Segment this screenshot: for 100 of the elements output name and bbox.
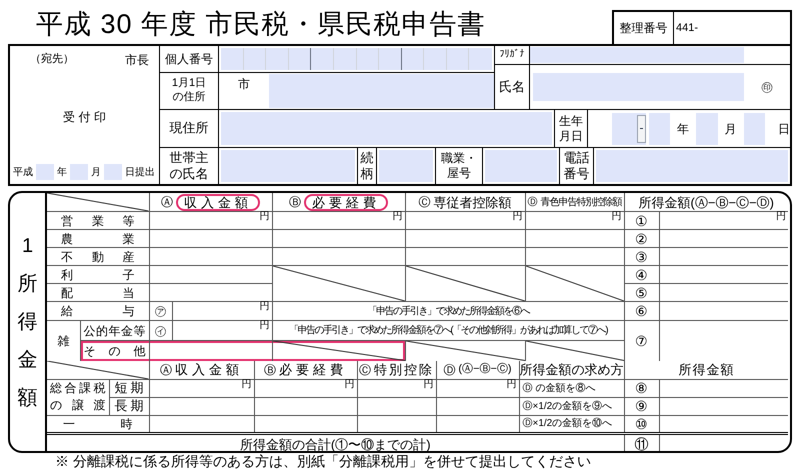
column-header: 必要経費 <box>279 363 347 376</box>
amount-field[interactable] <box>149 397 254 415</box>
occupation-field[interactable] <box>485 150 557 182</box>
field-label: 現住所 <box>160 110 219 147</box>
field-label: 世帯主の氏名 <box>160 148 219 184</box>
total-label: 所得金額の合計(①〜⑩までの計) <box>47 433 624 451</box>
line-number: ⑦ <box>624 320 659 360</box>
line-number: ② <box>624 230 659 248</box>
individual-number-field[interactable] <box>221 48 492 70</box>
amount-field[interactable]: 円 <box>436 379 519 397</box>
column-header: (Ⓐ−Ⓑ−Ⓒ) <box>458 363 512 376</box>
column-marker: Ⓑ <box>289 194 301 211</box>
date-field[interactable] <box>104 164 122 180</box>
day-label: 日提出 <box>125 166 155 180</box>
amount-field[interactable] <box>405 230 525 248</box>
column-header: 所得金額(Ⓐ−Ⓑ−Ⓒ−Ⓓ) <box>638 196 774 208</box>
row-label: 給与 <box>47 302 149 320</box>
date-field[interactable] <box>70 164 88 180</box>
line-number: ⑪ <box>624 433 659 451</box>
day-field[interactable] <box>744 112 765 144</box>
year-label: 年 <box>677 120 690 138</box>
line-number: ③ <box>624 248 659 266</box>
year-field[interactable] <box>648 112 670 144</box>
column-header: 収入金額 <box>176 194 260 210</box>
amount-field[interactable]: 円 <box>172 320 272 340</box>
line-number: ④ <box>624 266 659 284</box>
field-label: 職業・屋号 <box>435 148 483 184</box>
month-field[interactable] <box>696 112 718 144</box>
phone-field[interactable] <box>596 150 788 182</box>
row-label: その他 <box>80 340 149 360</box>
column-marker: Ⓓ <box>443 362 456 378</box>
amount-field[interactable]: 円 <box>405 212 525 230</box>
amount-field[interactable] <box>405 248 525 266</box>
date-field[interactable] <box>36 164 54 180</box>
yen-unit: 円 <box>424 380 434 390</box>
column-marker: Ⓒ <box>359 362 371 378</box>
amount-field[interactable] <box>357 397 436 415</box>
circled-marker: ㋐ <box>149 302 172 320</box>
year-label: 年 <box>57 166 67 180</box>
address-field[interactable] <box>221 112 552 145</box>
householder-field[interactable] <box>221 150 355 182</box>
yen-unit: 円 <box>242 380 252 390</box>
amount-field[interactable] <box>436 397 519 415</box>
amount-field[interactable] <box>149 266 272 284</box>
amount-field[interactable]: 円 <box>525 212 624 230</box>
form-title: 平成 30 年度 市民税・県民税申告書 <box>36 11 486 38</box>
field-label: 個人番号 <box>160 46 219 72</box>
yen-unit: 円 <box>392 212 402 222</box>
yen-unit: 円 <box>260 212 270 222</box>
amount-field[interactable] <box>525 248 624 266</box>
yen-unit: 円 <box>344 380 354 390</box>
column-header: 収入金額 <box>175 363 243 376</box>
mayor-label: 市長 <box>125 52 149 69</box>
amount-field[interactable]: 円 <box>149 379 254 397</box>
name-field[interactable] <box>533 73 744 101</box>
field-label: 電話番号 <box>559 148 594 184</box>
month-label: 月 <box>724 120 737 138</box>
yen-unit: 円 <box>612 212 622 222</box>
seal-mark: ㊞ <box>760 79 774 96</box>
row-label: 配当 <box>47 284 149 302</box>
row-label: 公的年金等 <box>80 320 149 340</box>
circled-marker: ㋑ <box>149 320 172 340</box>
amount-field[interactable]: 円 <box>272 212 405 230</box>
amount-field[interactable] <box>149 230 272 248</box>
furigana-field[interactable] <box>530 47 744 63</box>
yen-unit: 円 <box>506 380 516 390</box>
column-marker: Ⓐ <box>161 194 173 211</box>
amount-field[interactable] <box>254 397 357 415</box>
line-number: ⑧ <box>624 379 659 397</box>
section-label: 1所得金額 <box>18 234 38 411</box>
amount-field[interactable]: 円 <box>172 302 272 320</box>
amount-field[interactable] <box>149 340 272 360</box>
column-header: 所得金額の求め方 <box>520 363 624 376</box>
amount-field[interactable] <box>272 230 405 248</box>
yen-unit: 円 <box>260 321 270 331</box>
row-label: 不動産 <box>47 248 149 266</box>
month-label: 月 <box>91 166 101 180</box>
row-label: 利子 <box>47 266 149 284</box>
column-header: 専従者控除額 <box>434 196 512 208</box>
column-header: 青色申告特別控除額 <box>540 196 622 208</box>
column-header: 特別控除 <box>374 363 434 376</box>
column-marker: Ⓓ <box>528 196 538 210</box>
amount-field[interactable]: 円 <box>254 379 357 397</box>
method-text: Ⓓ の金額を⑧へ <box>519 379 624 397</box>
row-label: 短期 <box>109 379 149 397</box>
yen-unit: 円 <box>776 212 786 222</box>
amount-field[interactable]: 円 <box>149 212 272 230</box>
relationship-field[interactable] <box>379 150 433 182</box>
amount-field[interactable]: 円 <box>357 379 436 397</box>
row-label: 長期 <box>109 397 149 415</box>
address-field[interactable] <box>269 74 494 108</box>
amount-field[interactable]: 円 <box>659 212 788 230</box>
amount-field[interactable] <box>272 248 405 266</box>
yen-unit: 円 <box>512 212 522 222</box>
amount-field[interactable] <box>525 230 624 248</box>
instruction-text: 「申告の手引き」で求めた所得金額を⑥へ <box>272 302 624 320</box>
row-label: 農業 <box>47 230 149 248</box>
row-label: 営業等 <box>47 212 149 230</box>
amount-field[interactable] <box>149 248 272 266</box>
column-marker: Ⓐ <box>160 362 172 378</box>
